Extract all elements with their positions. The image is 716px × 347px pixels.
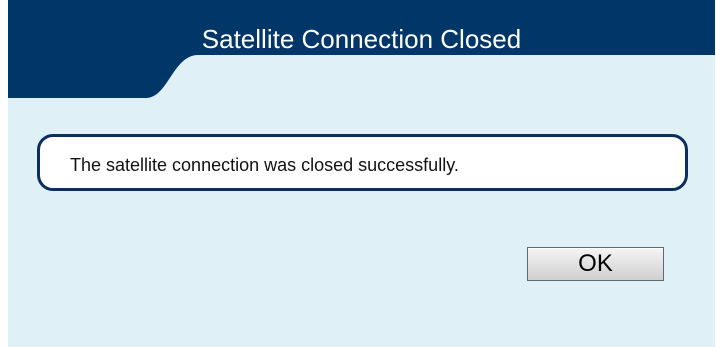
ok-button[interactable]: OK	[527, 247, 664, 281]
satellite-connection-closed-dialog: Satellite Connection Closed The satellit…	[8, 0, 715, 347]
dialog-title: Satellite Connection Closed	[201, 24, 522, 54]
message-text: The satellite connection was closed succ…	[70, 155, 459, 175]
message-box: The satellite connection was closed succ…	[37, 134, 688, 191]
